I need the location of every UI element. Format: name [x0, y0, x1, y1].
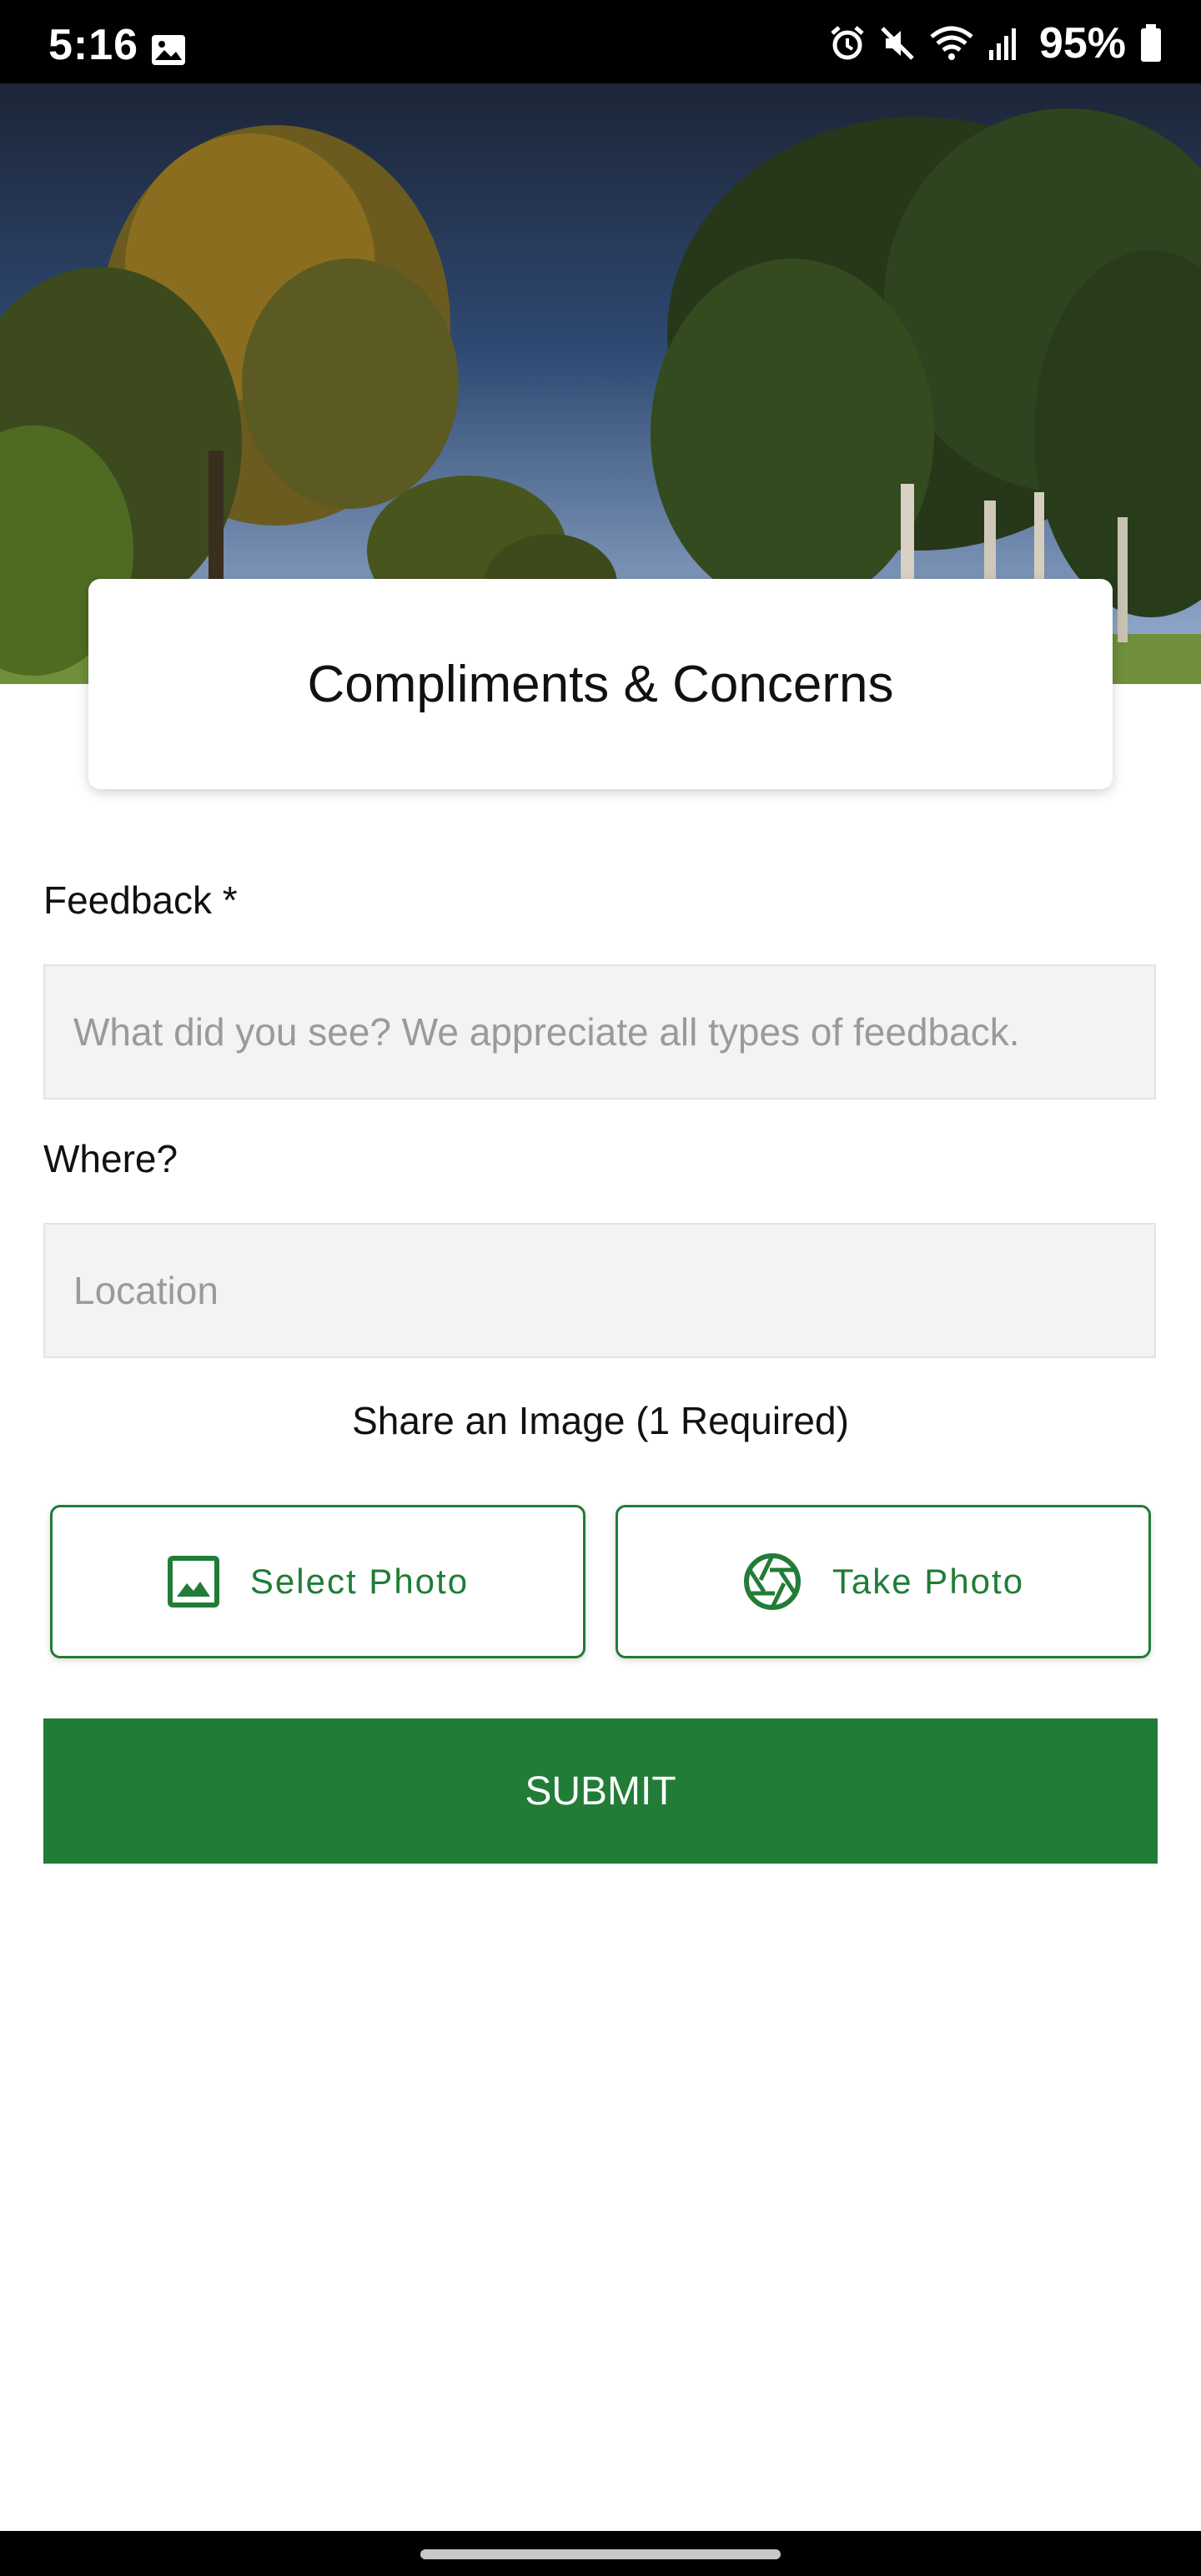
wifi-icon [930, 26, 973, 60]
home-gesture-handle[interactable] [420, 2549, 781, 2559]
battery-percent: 95% [1038, 19, 1126, 68]
status-time: 5:16 [48, 21, 139, 69]
feedback-input[interactable]: What did you see? We appreciate all type… [43, 964, 1156, 1099]
submit-button[interactable]: SUBMIT [43, 1718, 1158, 1864]
location-input[interactable]: Location [43, 1223, 1156, 1358]
take-photo-button[interactable]: Take Photo [616, 1505, 1151, 1658]
alarm-icon [831, 26, 864, 60]
page-title: Compliments & Concerns [307, 655, 894, 713]
select-photo-button[interactable]: Select Photo [50, 1505, 585, 1658]
mute-icon [881, 27, 914, 60]
image-icon [167, 1556, 219, 1607]
feedback-label: Feedback * [43, 878, 238, 922]
status-bar: 5:16 95% [0, 0, 1201, 83]
select-photo-label: Select Photo [249, 1562, 470, 1601]
camera-shutter-icon [743, 1553, 801, 1610]
battery-icon [1141, 24, 1161, 62]
gallery-icon [152, 35, 185, 65]
take-photo-label: Take Photo [832, 1562, 1025, 1601]
share-image-label: Share an Image (1 Required) [352, 1399, 849, 1442]
title-card: Compliments & Concerns [88, 579, 1113, 789]
navigation-bar [0, 2531, 1201, 2576]
status-icons: 95% [829, 18, 1163, 68]
signal-icon [988, 28, 1016, 60]
where-label: Where? [43, 1137, 178, 1180]
